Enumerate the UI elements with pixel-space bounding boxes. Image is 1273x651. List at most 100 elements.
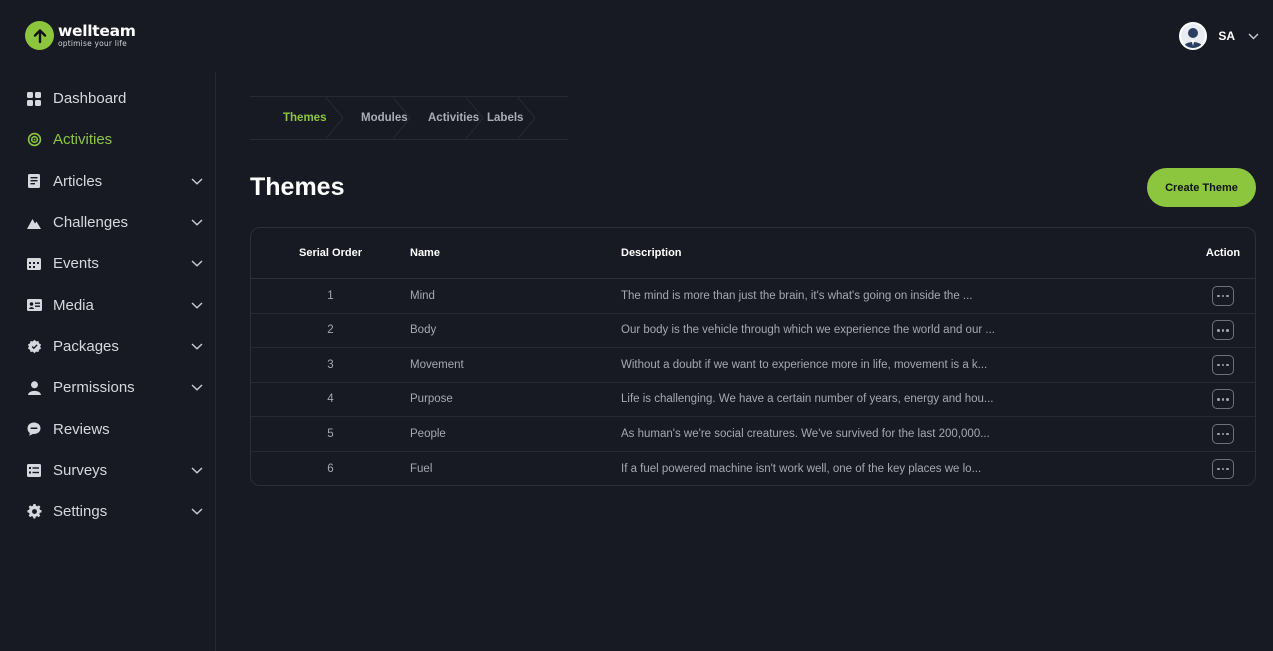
chevron-down-icon[interactable]	[190, 384, 204, 391]
tab-activities[interactable]: Activities	[400, 96, 484, 140]
sidebar-item-reviews[interactable]: Reviews	[26, 408, 206, 449]
cell-action	[1191, 458, 1255, 479]
cell-serial-order: 3	[327, 358, 334, 371]
cell-name: Mind	[410, 289, 435, 302]
table-header: Serial Order Name Description Action	[251, 228, 1255, 279]
more-dots-icon	[1217, 329, 1220, 332]
more-actions-button[interactable]	[1212, 389, 1234, 410]
cell-description: The mind is more than just the brain, it…	[621, 289, 973, 302]
article-icon	[26, 173, 42, 189]
chevron-down-icon[interactable]	[190, 260, 204, 268]
more-actions-button[interactable]	[1212, 285, 1234, 306]
cell-action	[1191, 354, 1255, 375]
tab-themes[interactable]: Themes	[250, 96, 344, 140]
cell-description: As human's we're social creatures. We've…	[621, 427, 990, 440]
user-initials[interactable]: SA	[1218, 29, 1235, 43]
sidebar-item-activities[interactable]: Activities	[26, 119, 206, 160]
sidebar-item-label: Permissions	[53, 379, 135, 397]
sidebar-item-label: Articles	[53, 172, 103, 190]
cell-action	[1191, 320, 1255, 341]
brand-tagline: optimise your life	[58, 39, 127, 48]
sidebar-item-challenges[interactable]: Challenges	[26, 202, 206, 243]
sidebar-item-media[interactable]: Media	[26, 284, 206, 325]
more-dots-icon	[1217, 398, 1220, 401]
chevron-down-icon[interactable]	[190, 178, 204, 185]
sidebar-item-label: Packages	[53, 337, 119, 355]
sidebar-item-dashboard[interactable]: Dashboard	[26, 78, 206, 119]
sidebar-item-label: Events	[53, 255, 99, 273]
cell-name: Fuel	[410, 462, 433, 475]
table-row[interactable]: 2 Body Our body is the vehicle through whi…	[251, 314, 1255, 348]
tab-modules[interactable]: Modules	[333, 96, 411, 140]
cell-action	[1191, 389, 1255, 410]
chevron-down-icon[interactable]	[1248, 33, 1259, 40]
sidebar-item-permissions[interactable]: Permissions	[26, 367, 206, 408]
more-dots-icon	[1221, 363, 1225, 366]
cell-name: Purpose	[410, 393, 453, 406]
chevron-down-icon[interactable]	[190, 508, 204, 515]
more-dots-icon	[1226, 329, 1229, 332]
sidebar-item-packages[interactable]: Packages	[26, 326, 206, 367]
sidebar-divider	[215, 72, 216, 651]
sidebar-item-events[interactable]: Events	[26, 243, 206, 284]
tab-label: Themes	[283, 112, 327, 124]
cell-name: Movement	[410, 358, 464, 371]
cell-description: Our body is the vehicle through which we…	[621, 324, 995, 337]
tab-separator-icon	[517, 96, 536, 140]
cell-description: Without a doubt if we want to experience…	[621, 358, 988, 371]
themes-table: Serial Order Name Description Action 1 Mi…	[250, 227, 1256, 486]
cell-action	[1191, 285, 1255, 306]
sidebar-item-label: Surveys	[53, 461, 108, 479]
header-name[interactable]: Name	[410, 247, 621, 259]
chevron-down-icon[interactable]	[190, 467, 204, 474]
more-dots-icon	[1217, 467, 1220, 470]
chevron-down-icon[interactable]	[190, 302, 204, 309]
more-dots-icon	[1226, 398, 1229, 401]
cell-name: Body	[410, 324, 437, 337]
table-row[interactable]: 6 Fuel If a fuel powered machine isn't wor…	[251, 452, 1255, 486]
package-icon	[26, 338, 42, 354]
logo-arrow-icon	[25, 21, 54, 50]
chevron-down-icon[interactable]	[190, 219, 204, 226]
more-dots-icon	[1221, 467, 1225, 470]
cell-action	[1191, 423, 1255, 444]
more-actions-button[interactable]	[1212, 423, 1234, 444]
tab-labels[interactable]: Labels	[473, 96, 536, 140]
more-actions-button[interactable]	[1212, 320, 1234, 341]
sidebar-item-label: Settings	[53, 503, 108, 521]
table-row[interactable]: 4 Purpose Life is challenging. We have a c…	[251, 383, 1255, 417]
sidebar-item-surveys[interactable]: Surveys	[26, 450, 206, 491]
sidebar-item-label: Activities	[53, 131, 113, 149]
user-icon	[26, 380, 42, 396]
more-dots-icon	[1221, 294, 1225, 297]
brand-logo[interactable]: wellteam optimise your life	[25, 21, 136, 50]
cell-serial-order: 5	[327, 427, 334, 440]
more-dots-icon	[1217, 432, 1220, 435]
more-dots-icon	[1221, 398, 1225, 401]
chevron-down-icon[interactable]	[190, 343, 204, 350]
more-actions-button[interactable]	[1212, 354, 1234, 375]
header-serial-order[interactable]: Serial Order	[251, 247, 410, 259]
table-row[interactable]: 5 People As human's we're social creatures…	[251, 417, 1255, 452]
chat-icon	[26, 421, 42, 437]
more-dots-icon	[1226, 294, 1229, 297]
user-menu[interactable]: SA	[1179, 22, 1259, 50]
cell-description: Life is challenging. We have a certain n…	[621, 393, 994, 406]
media-icon	[26, 297, 42, 313]
gear-icon	[26, 504, 42, 520]
cell-description: If a fuel powered machine isn't work wel…	[621, 462, 982, 475]
table-row[interactable]: 3 Movement Without a doubt if we want to e…	[251, 348, 1255, 383]
header-description[interactable]: Description	[621, 247, 1191, 259]
avatar[interactable]	[1179, 22, 1208, 50]
sidebar-item-settings[interactable]: Settings	[26, 491, 206, 532]
sidebar-item-articles[interactable]: Articles	[26, 161, 206, 202]
brand-name: wellteam	[58, 21, 136, 40]
table-row[interactable]: 1 Mind The mind is more than just the brai…	[251, 279, 1255, 314]
cell-serial-order: 1	[327, 289, 334, 302]
table-body: 1 Mind The mind is more than just the brai…	[251, 279, 1255, 486]
cell-serial-order: 2	[327, 324, 334, 337]
more-actions-button[interactable]	[1212, 458, 1234, 479]
create-theme-button[interactable]: Create Theme	[1147, 168, 1256, 207]
grid-icon	[26, 91, 42, 107]
target-icon	[26, 132, 42, 148]
